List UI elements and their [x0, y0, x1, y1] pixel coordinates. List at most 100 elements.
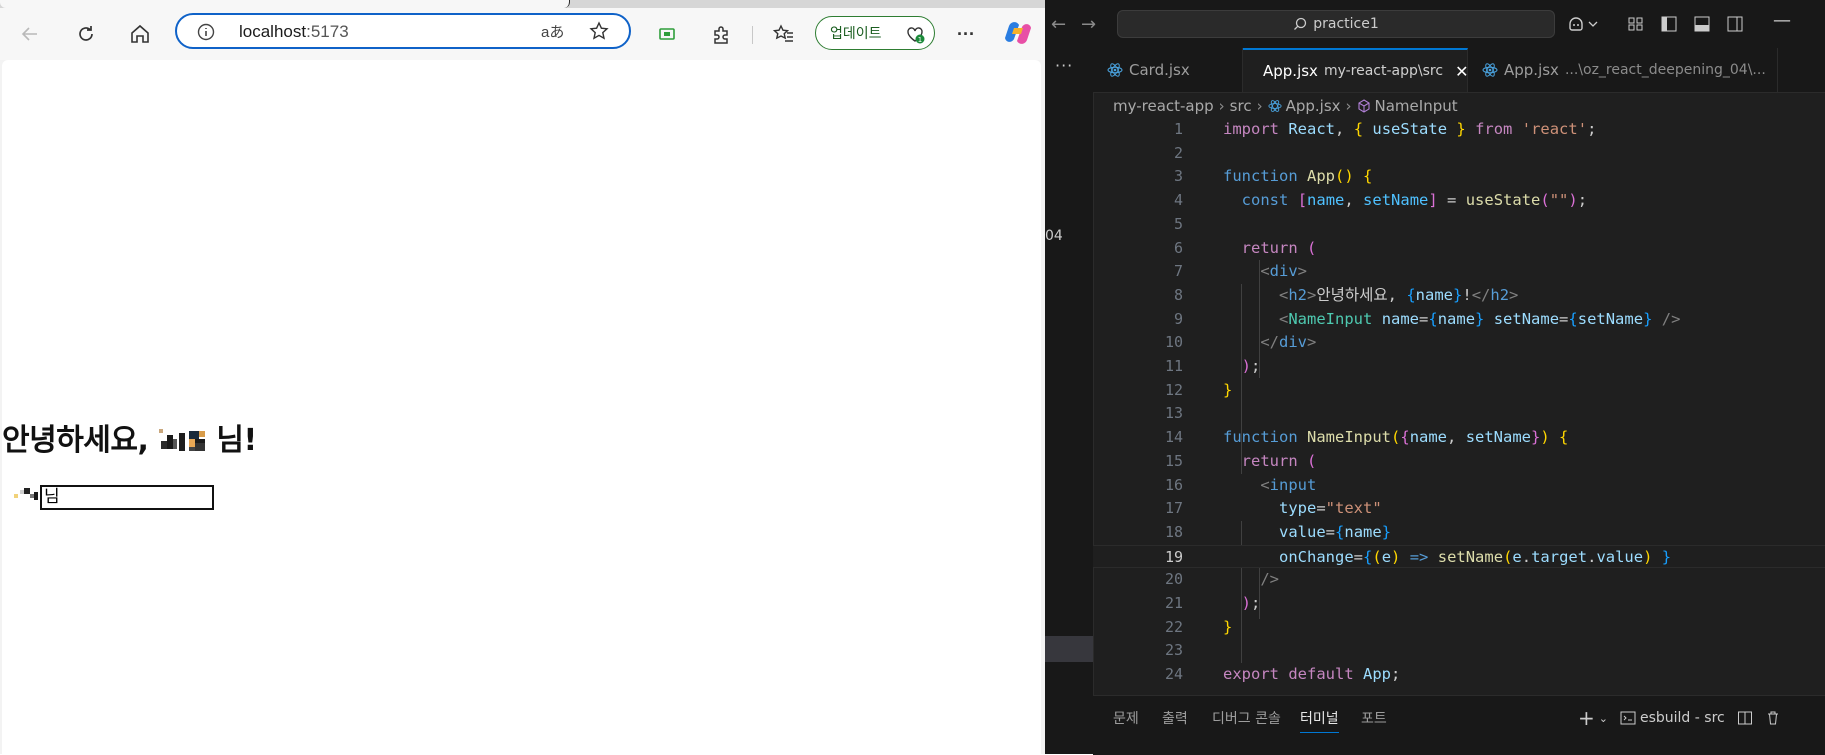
- nav-back-icon[interactable]: ←: [1051, 14, 1066, 35]
- greeting-prefix: 안녕하세요,: [2, 423, 149, 458]
- code-line: 10 </div>: [1093, 331, 1825, 355]
- code-line: 12}: [1093, 379, 1825, 403]
- arrow-left-icon: [21, 27, 37, 41]
- browser-window: localhost:5173 aあ 업데이트 1 ··· 안녕하세요, 님! 님: [0, 0, 1045, 754]
- breadcrumb-file[interactable]: App.jsx: [1286, 97, 1341, 115]
- tab-strip: [0, 0, 1045, 8]
- code-editor[interactable]: 1 import React, { useState } from 'react'…: [1093, 118, 1825, 694]
- symbol-cube-icon: [1357, 99, 1370, 113]
- favorites-button[interactable]: [768, 18, 800, 50]
- panel-tab-bar: 문제 출력 디버그 콘솔 터미널 포트 + ⌄ esbuild - src: [1093, 695, 1825, 755]
- chevron-right-icon: ›: [1218, 97, 1225, 115]
- line-number: 19: [1164, 547, 1183, 566]
- sidebar-selected-item[interactable]: [1045, 636, 1093, 662]
- update-button[interactable]: 업데이트 1: [815, 16, 935, 50]
- toggle-panel-icon[interactable]: [1693, 15, 1711, 33]
- sidebar-strip: 04: [1045, 48, 1094, 754]
- name-input-value: 님: [44, 487, 60, 507]
- tab-label: App.jsx: [1504, 61, 1559, 79]
- url-host: localhost: [239, 22, 307, 41]
- pixelated-name-redaction: [159, 428, 206, 451]
- breadcrumb-symbol[interactable]: NameInput: [1375, 97, 1458, 115]
- customize-layout-icon[interactable]: [1627, 15, 1645, 33]
- breadcrumb-folder[interactable]: src: [1230, 97, 1252, 115]
- code-line: 8 <h2>안녕하세요, {name}!</h2>: [1093, 284, 1825, 308]
- tab-app-jsx-other[interactable]: App.jsx ...\oz_react_deepening_04\...: [1468, 48, 1778, 92]
- code-line: 4 const [name, setName] = useState("");: [1093, 189, 1825, 213]
- tab-terminal[interactable]: 터미널: [1300, 708, 1339, 733]
- code-line: 20 />: [1093, 568, 1825, 592]
- page-viewport: 안녕하세요, 님! 님: [2, 60, 1041, 754]
- home-icon: [131, 24, 149, 43]
- line-number: 3: [1173, 167, 1183, 186]
- nav-forward-icon[interactable]: →: [1081, 14, 1096, 35]
- line-number: 2: [1173, 143, 1183, 162]
- back-button[interactable]: [14, 18, 46, 50]
- toolbar-divider: [752, 26, 753, 44]
- line-number: 1: [1173, 120, 1183, 138]
- tab-card-jsx[interactable]: Card.jsx: [1093, 48, 1243, 92]
- editor-tabs: ··· Card.jsx App.jsx my-react-app\src ✕ …: [1055, 48, 1825, 93]
- svg-text:1: 1: [918, 36, 922, 44]
- chevron-right-icon: ›: [1256, 97, 1263, 115]
- copilot-icon[interactable]: [1003, 18, 1033, 48]
- code-line: 11 );: [1093, 355, 1825, 379]
- line-number: 9: [1173, 309, 1183, 328]
- code-line-current: 19 onChange={(e) => setName(e.target.val…: [1093, 544, 1825, 569]
- puzzle-icon: [714, 26, 728, 44]
- favorites-list-icon: [773, 24, 793, 42]
- tab-label: App.jsx: [1263, 62, 1318, 80]
- more-actions-icon[interactable]: ···: [1055, 56, 1073, 75]
- tab-problems[interactable]: 문제: [1113, 708, 1139, 728]
- line-number: 15: [1164, 451, 1183, 470]
- code-line: 3 function App() {: [1093, 165, 1825, 189]
- address-bar[interactable]: localhost:5173 aあ: [175, 13, 631, 49]
- line-number: 8: [1173, 285, 1183, 304]
- breadcrumb-root[interactable]: my-react-app: [1113, 97, 1214, 115]
- code-line: 15 return (: [1093, 450, 1825, 474]
- greeting-heading: 안녕하세요, 님!: [2, 415, 257, 459]
- trash-icon[interactable]: [1765, 710, 1781, 726]
- sidebar-fragment-text: 04: [1045, 228, 1063, 244]
- code-line: 18 value={name}: [1093, 521, 1825, 545]
- copilot-chat-icon[interactable]: [1567, 15, 1601, 33]
- favorite-star-icon[interactable]: [589, 21, 609, 41]
- new-terminal-button[interactable]: +: [1578, 706, 1595, 730]
- line-number: 21: [1164, 594, 1183, 612]
- refresh-button[interactable]: [70, 18, 102, 50]
- tab-debug-console[interactable]: 디버그 콘솔: [1212, 708, 1281, 728]
- code-line: 1 import React, { useState } from 'react'…: [1093, 118, 1825, 142]
- minimize-icon[interactable]: —: [1773, 10, 1791, 31]
- code-line: 6 return (: [1093, 237, 1825, 261]
- panel-actions: + ⌄ esbuild - src: [1578, 706, 1793, 730]
- browser-tab[interactable]: [0, 0, 570, 8]
- line-number: 12: [1164, 380, 1183, 399]
- toggle-primary-sidebar-icon[interactable]: [1660, 15, 1678, 33]
- tab-output[interactable]: 출력: [1162, 708, 1188, 728]
- chevron-down-icon[interactable]: ⌄: [1599, 712, 1608, 725]
- terminal-name[interactable]: esbuild - src: [1640, 710, 1725, 726]
- url-text[interactable]: localhost:5173: [239, 22, 349, 42]
- name-input[interactable]: 님: [40, 485, 214, 510]
- line-number: 22: [1164, 617, 1183, 636]
- code-line: 24 export default App;: [1093, 663, 1825, 687]
- info-icon[interactable]: [197, 23, 215, 41]
- home-button[interactable]: [124, 18, 156, 50]
- close-icon[interactable]: ✕: [1455, 62, 1467, 81]
- split-terminal-icon[interactable]: [1737, 710, 1753, 726]
- browser-toolbar: localhost:5173 aあ 업데이트 1 ···: [0, 8, 1045, 60]
- command-center-label: practice1: [1313, 16, 1379, 32]
- extensions-button[interactable]: [706, 18, 738, 50]
- tab-app-jsx-active[interactable]: App.jsx my-react-app\src ✕: [1243, 48, 1468, 92]
- code-line: 14 function NameInput({name, setName}) {: [1093, 426, 1825, 450]
- code-line: 9 <NameInput name={name} setName={setNam…: [1093, 308, 1825, 332]
- code-line: 17 type="text": [1093, 497, 1825, 521]
- read-aloud-icon[interactable]: aあ: [541, 21, 564, 42]
- more-menu-button[interactable]: ···: [950, 18, 982, 50]
- tab-ports[interactable]: 포트: [1361, 708, 1387, 728]
- command-center[interactable]: practice1: [1117, 10, 1555, 38]
- screen-capture-button[interactable]: [651, 18, 683, 50]
- health-heart-icon: 1: [907, 27, 925, 44]
- update-label: 업데이트: [830, 26, 882, 42]
- toggle-secondary-sidebar-icon[interactable]: [1726, 15, 1744, 33]
